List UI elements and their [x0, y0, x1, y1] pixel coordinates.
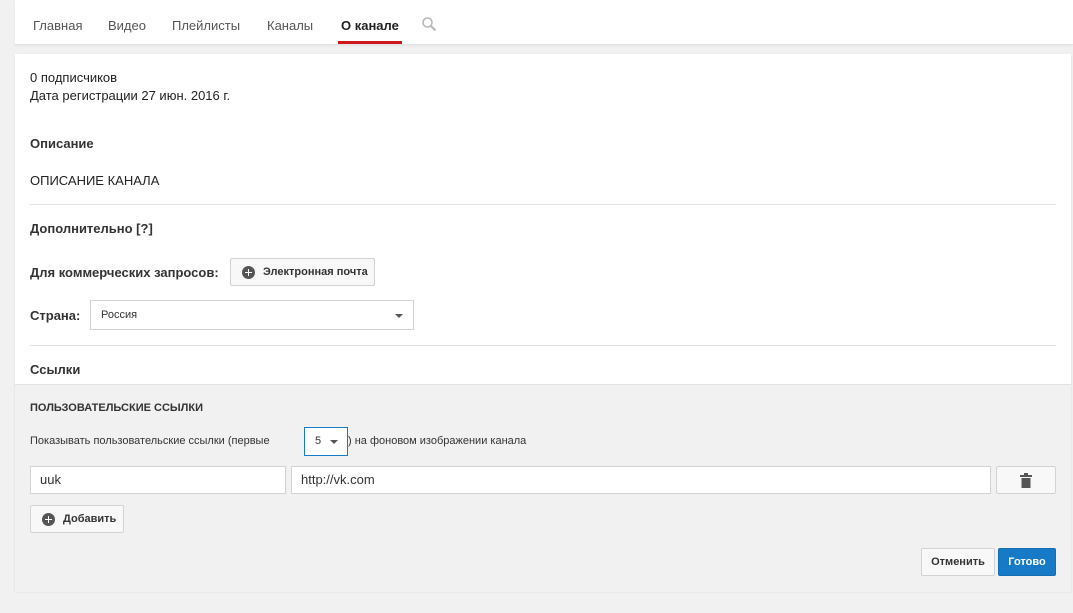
additional-heading: Дополнительно [?] [30, 221, 153, 236]
add-link-button[interactable]: Добавить [30, 505, 124, 533]
trash-icon [1020, 472, 1032, 488]
chevron-down-icon [395, 314, 403, 318]
link-url-input[interactable]: http://vk.com [291, 466, 991, 494]
chevron-down-icon [330, 440, 338, 444]
link-title-input[interactable]: uuk [30, 466, 286, 494]
registration-date: Дата регистрации 27 июн. 2016 г. [30, 88, 231, 103]
done-button[interactable]: Готово [998, 548, 1056, 576]
show-links-suffix: ) на фоновом изображении канала [348, 435, 527, 447]
tab-videos[interactable]: Видео [108, 0, 146, 44]
add-link-label: Добавить [63, 513, 117, 525]
tab-playlists[interactable]: Плейлисты [172, 0, 240, 44]
channel-tabs: Главная Видео Плейлисты Каналы О канале [15, 0, 1073, 45]
description-heading: Описание [30, 136, 94, 151]
add-email-label: Электронная почта [263, 266, 368, 278]
show-links-prefix: Показывать пользовательские ссылки (перв… [30, 435, 270, 447]
links-heading: Ссылки [30, 362, 81, 377]
business-inquiries-label: Для коммерческих запросов: [30, 265, 219, 280]
country-value: Россия [101, 309, 138, 321]
add-circle-icon [242, 265, 255, 279]
custom-links-heading: ПОЛЬЗОВАТЕЛЬСКИЕ ССЫЛКИ [30, 402, 203, 414]
search-icon[interactable] [421, 16, 437, 32]
description-text[interactable]: ОПИСАНИЕ КАНАЛА [30, 173, 159, 188]
links-count-value: 5 [315, 435, 322, 447]
add-circle-icon [42, 512, 55, 526]
tab-about[interactable]: О канале [338, 0, 402, 44]
about-panel: 0 подписчиков Дата регистрации 27 июн. 2… [15, 54, 1071, 592]
delete-link-button[interactable] [996, 466, 1056, 494]
subscriber-count: 0 подписчиков [30, 70, 118, 85]
add-email-button[interactable]: Электронная почта [230, 258, 375, 286]
tab-channels[interactable]: Каналы [267, 0, 313, 44]
divider [30, 204, 1056, 205]
custom-links-section: ПОЛЬЗОВАТЕЛЬСКИЕ ССЫЛКИ Показывать польз… [15, 384, 1071, 592]
country-select[interactable]: Россия [90, 300, 414, 330]
divider [30, 345, 1056, 346]
tab-home[interactable]: Главная [33, 0, 82, 44]
country-label: Страна: [30, 308, 81, 323]
cancel-button[interactable]: Отменить [921, 548, 995, 576]
links-count-select[interactable]: 5 [304, 427, 348, 456]
